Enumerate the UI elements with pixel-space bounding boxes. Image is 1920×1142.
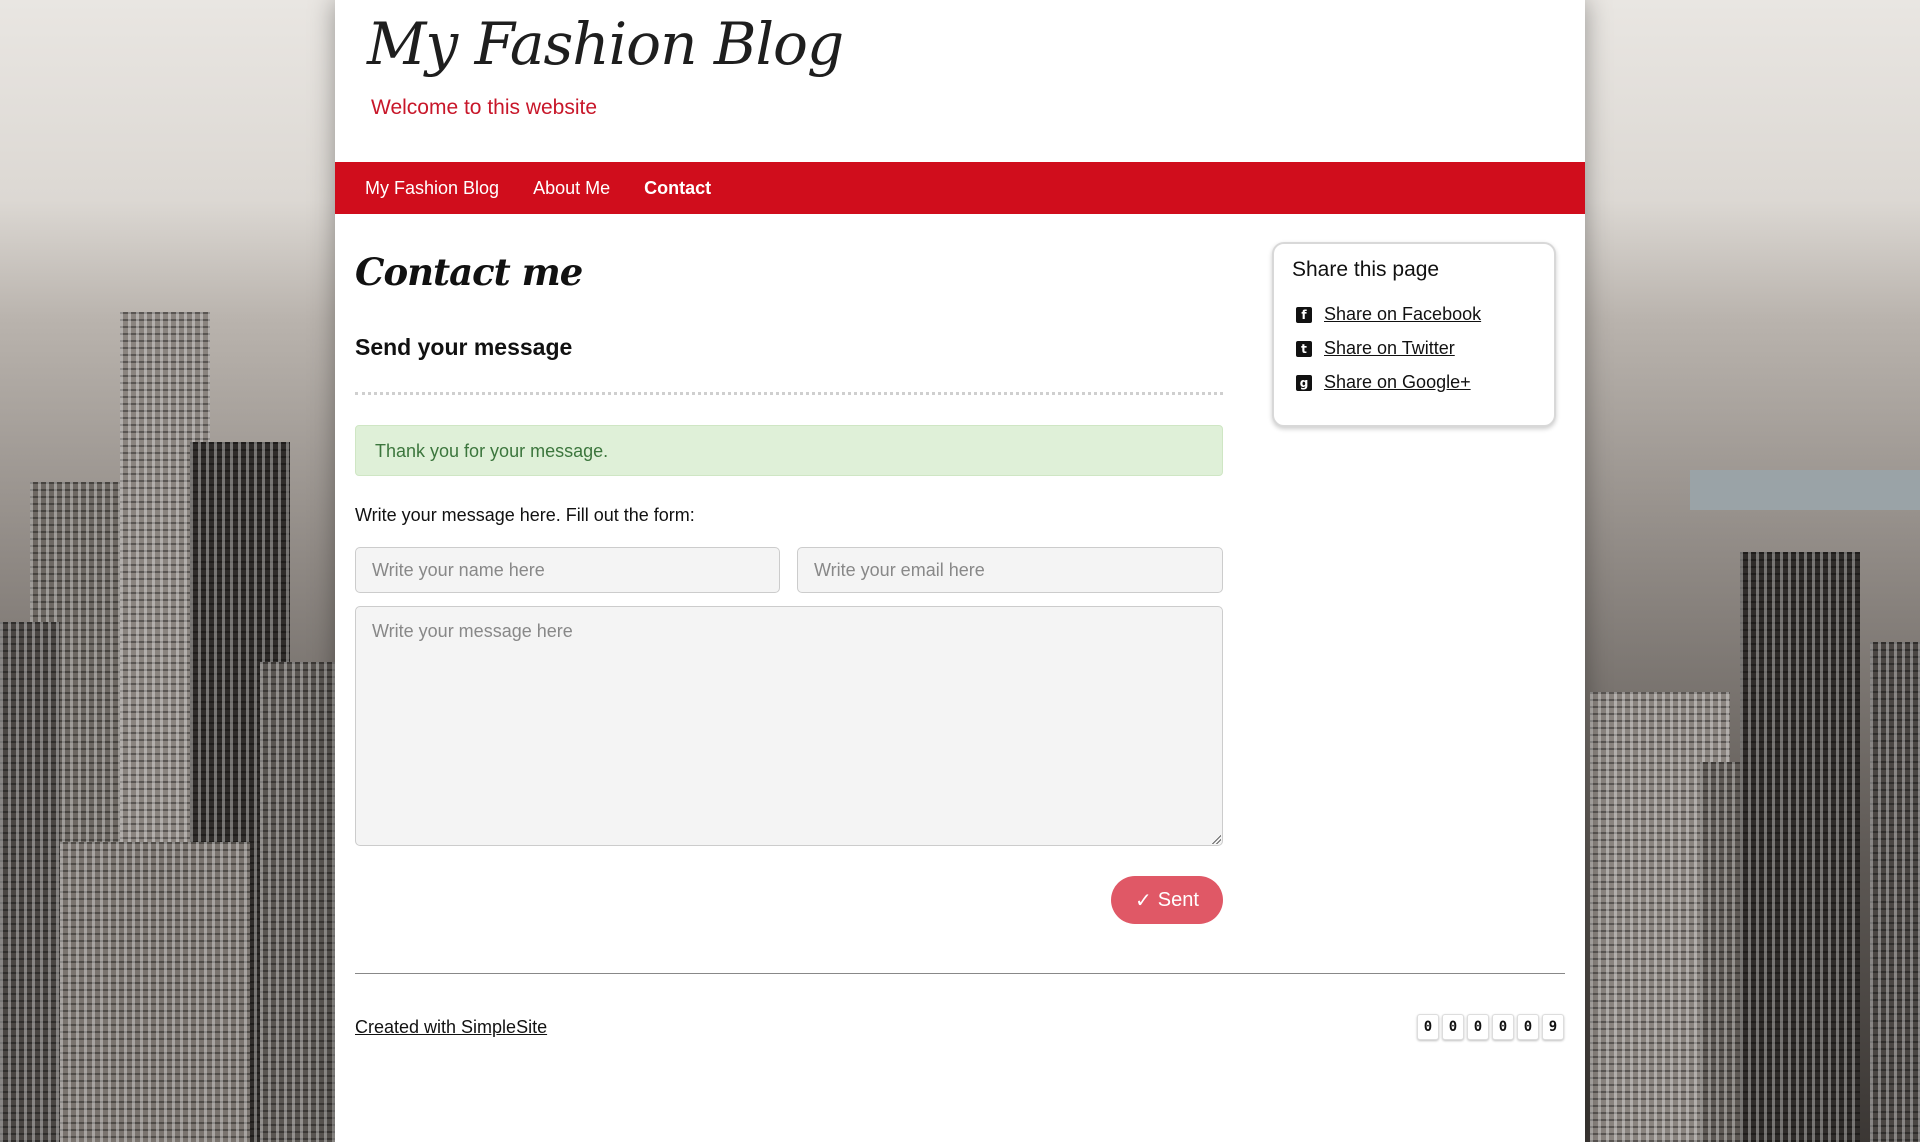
site-title[interactable]: My Fashion Blog: [367, 10, 844, 78]
email-field[interactable]: [797, 547, 1223, 593]
message-field[interactable]: [355, 606, 1223, 846]
share-panel-title: Share this page: [1292, 258, 1440, 281]
send-button-label: Sent: [1157, 888, 1199, 911]
visitor-counter: 0 0 0 0 0 9: [1417, 1014, 1564, 1040]
page-container: My Fashion Blog Welcome to this website …: [335, 0, 1585, 1142]
counter-digit: 0: [1492, 1014, 1514, 1040]
counter-digit: 9: [1542, 1014, 1564, 1040]
share-panel: Share this page f Share on Facebook t Sh…: [1272, 242, 1556, 427]
share-google-plus-label: Share on Google+: [1324, 372, 1471, 392]
counter-digit: 0: [1417, 1014, 1439, 1040]
success-alert: Thank you for your message.: [355, 425, 1223, 476]
site-tagline: Welcome to this website: [371, 96, 598, 119]
share-facebook-label: Share on Facebook: [1324, 304, 1482, 324]
share-google-plus-link[interactable]: g Share on Google+: [1296, 372, 1471, 393]
counter-digit: 0: [1467, 1014, 1489, 1040]
dotted-divider: [355, 392, 1223, 395]
nav-item-my-fashion-blog[interactable]: My Fashion Blog: [365, 178, 499, 199]
counter-digit: 0: [1442, 1014, 1464, 1040]
send-button[interactable]: ✓ Sent: [1111, 876, 1223, 924]
simplesite-credit-link[interactable]: Created with SimpleSite: [355, 1017, 547, 1038]
nav-item-contact[interactable]: Contact: [644, 178, 711, 199]
share-facebook-link[interactable]: f Share on Facebook: [1296, 304, 1481, 325]
main-nav: My Fashion Blog About Me Contact: [335, 162, 1585, 214]
counter-digit: 0: [1517, 1014, 1539, 1040]
section-title: Send your message: [355, 334, 573, 360]
resize-handle-icon[interactable]: [1211, 834, 1221, 844]
name-field[interactable]: [355, 547, 780, 593]
checkmark-icon: ✓: [1135, 889, 1152, 912]
footer-divider: [355, 973, 1565, 974]
twitter-icon: t: [1296, 340, 1312, 357]
share-twitter-link[interactable]: t Share on Twitter: [1296, 338, 1455, 359]
facebook-icon: f: [1296, 306, 1312, 323]
google-plus-icon: g: [1296, 374, 1312, 391]
page-title: Contact me: [355, 250, 583, 294]
form-instructions: Write your message here. Fill out the fo…: [355, 505, 695, 525]
nav-item-about-me[interactable]: About Me: [533, 178, 610, 199]
share-twitter-label: Share on Twitter: [1324, 338, 1455, 358]
